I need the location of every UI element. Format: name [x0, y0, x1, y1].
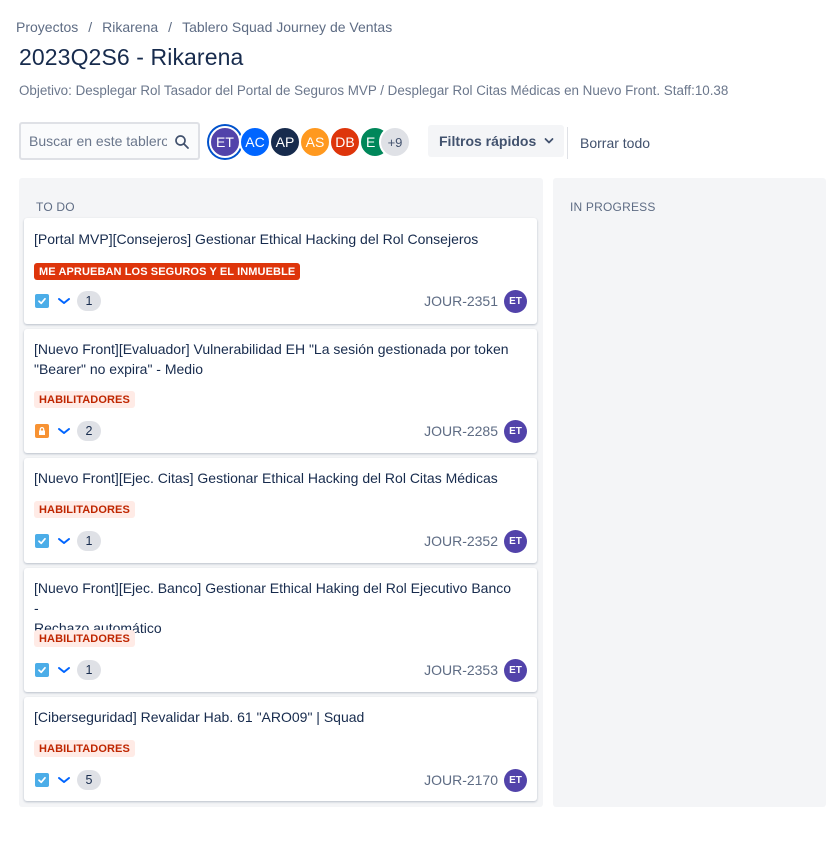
- toolbar-divider: [567, 127, 568, 159]
- task-checkbox-icon: [35, 663, 49, 677]
- quick-filters-button[interactable]: Filtros rápidos: [428, 125, 565, 157]
- lock-icon: [35, 424, 49, 438]
- avatar[interactable]: DB: [329, 126, 361, 158]
- avatar[interactable]: ET: [209, 126, 241, 158]
- breadcrumb-separator: /: [88, 19, 93, 35]
- issue-key[interactable]: JOUR-2351: [424, 293, 498, 309]
- card-footer: 5 JOUR-2170 ET: [35, 768, 527, 792]
- column-todo: TO DO [Portal MVP][Consejeros] Gestionar…: [19, 178, 543, 807]
- assignee-avatar: ET: [504, 768, 527, 792]
- priority-low-icon: [57, 534, 71, 548]
- column-header-todo: TO DO: [36, 200, 75, 214]
- issue-key[interactable]: JOUR-2353: [424, 662, 498, 678]
- story-points-badge: 5: [77, 770, 101, 790]
- clear-all-button[interactable]: Borrar todo: [580, 135, 650, 151]
- card-footer: 1 JOUR-2352 ET: [35, 529, 527, 553]
- more-avatars-button[interactable]: +9: [379, 126, 411, 158]
- card-label: HABILITADORES: [34, 740, 135, 757]
- column-in-progress: IN PROGRESS: [553, 178, 826, 807]
- story-points-badge: 1: [77, 660, 101, 680]
- card-title: [Nuevo Front][Ejec. Citas] Gestionar Eth…: [34, 470, 498, 486]
- card-jour-2352[interactable]: [Nuevo Front][Ejec. Citas] Gestionar Eth…: [24, 458, 537, 563]
- card-label: HABILITADORES: [34, 501, 135, 518]
- card-jour-2170[interactable]: [Ciberseguridad] Revalidar Hab. 61 "ARO0…: [24, 697, 537, 801]
- card-jour-2285[interactable]: [Nuevo Front][Evaluador] Vulnerabilidad …: [24, 329, 537, 453]
- priority-low-icon: [57, 663, 71, 677]
- chevron-down-icon: [544, 138, 554, 144]
- card-footer: 2 JOUR-2285 ET: [35, 419, 527, 443]
- story-points-badge: 1: [77, 531, 101, 551]
- sprint-objective: Objetivo: Desplegar Rol Tasador del Port…: [19, 83, 729, 98]
- assignee-avatar: ET: [504, 529, 527, 553]
- card-title: [Nuevo Front][Ejec. Banco] Gestionar Eth…: [34, 580, 512, 636]
- search-input[interactable]: [29, 133, 167, 149]
- card-jour-2353[interactable]: [Nuevo Front][Ejec. Banco] Gestionar Eth…: [24, 568, 537, 692]
- assignee-avatar: ET: [504, 289, 527, 313]
- breadcrumb: Proyectos / Rikarena / Tablero Squad Jou…: [16, 19, 392, 35]
- page-title: 2023Q2S6 - Rikarena: [19, 44, 244, 70]
- card-footer: 1 JOUR-2351 ET: [35, 289, 527, 313]
- column-header-in-progress: IN PROGRESS: [570, 200, 656, 214]
- task-checkbox-icon: [35, 773, 49, 787]
- breadcrumb-separator: /: [168, 19, 173, 35]
- issue-key[interactable]: JOUR-2170: [424, 772, 498, 788]
- breadcrumb-projects[interactable]: Proyectos: [16, 19, 78, 35]
- assignee-avatar: ET: [504, 658, 527, 682]
- avatar[interactable]: AS: [299, 126, 331, 158]
- assignee-avatar: ET: [504, 419, 527, 443]
- search-icon: [175, 135, 189, 149]
- issue-key[interactable]: JOUR-2285: [424, 423, 498, 439]
- quick-filters-label: Filtros rápidos: [439, 133, 537, 149]
- task-checkbox-icon: [35, 534, 49, 548]
- card-title: [Portal MVP][Consejeros] Gestionar Ethic…: [34, 231, 479, 247]
- breadcrumb-project[interactable]: Rikarena: [102, 19, 158, 35]
- search-box[interactable]: [19, 122, 200, 160]
- priority-low-icon: [57, 294, 71, 308]
- card-label: HABILITADORES: [34, 630, 135, 647]
- priority-low-icon: [57, 424, 71, 438]
- card-footer: 1 JOUR-2353 ET: [35, 658, 527, 682]
- card-title: [Ciberseguridad] Revalidar Hab. 61 "ARO0…: [34, 709, 365, 725]
- avatar[interactable]: AP: [269, 126, 301, 158]
- avatar[interactable]: AC: [239, 126, 271, 158]
- card-title: [Nuevo Front][Evaluador] Vulnerabilidad …: [34, 341, 509, 377]
- breadcrumb-board[interactable]: Tablero Squad Journey de Ventas: [182, 19, 392, 35]
- card-label: ME APRUEBAN LOS SEGUROS Y EL INMUEBLE: [34, 263, 301, 280]
- card-label: HABILITADORES: [34, 391, 135, 408]
- card-jour-2351[interactable]: [Portal MVP][Consejeros] Gestionar Ethic…: [24, 218, 537, 324]
- story-points-badge: 2: [77, 421, 101, 441]
- task-checkbox-icon: [35, 294, 49, 308]
- story-points-badge: 1: [77, 291, 101, 311]
- issue-key[interactable]: JOUR-2352: [424, 533, 498, 549]
- priority-low-icon: [57, 773, 71, 787]
